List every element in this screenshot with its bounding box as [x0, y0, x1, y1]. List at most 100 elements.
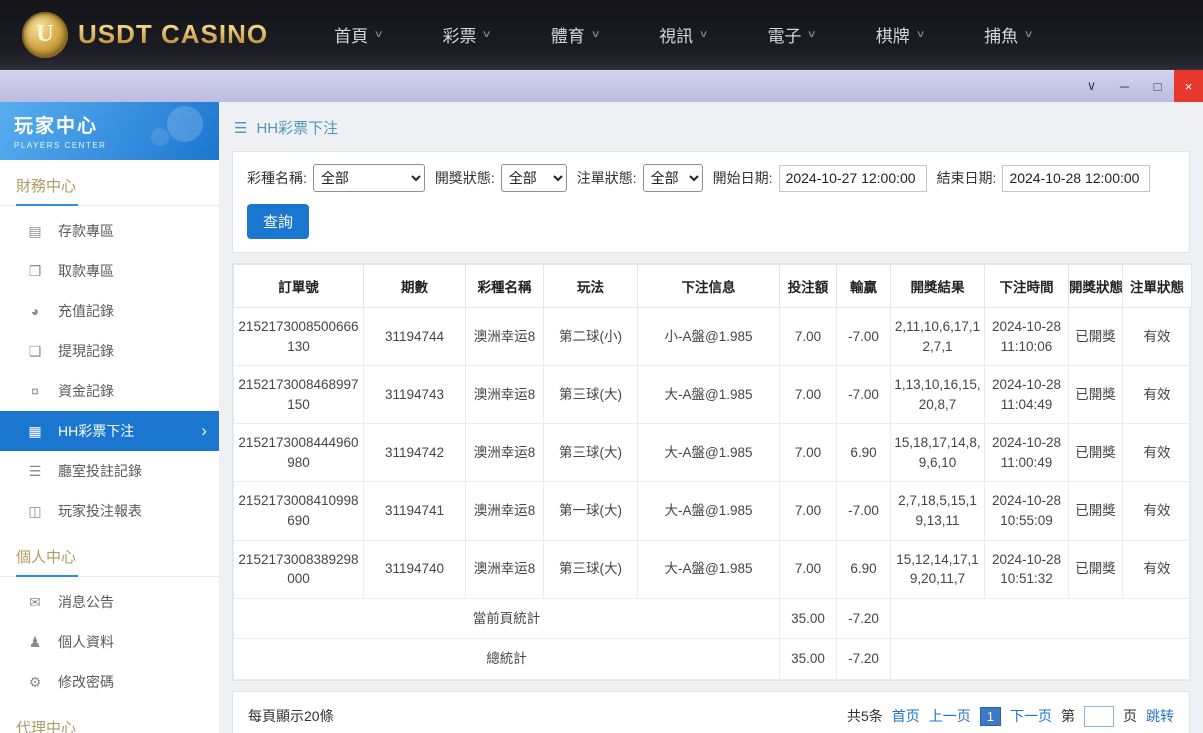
page-title: HH彩票下注	[256, 117, 338, 138]
cell-bet-time: 2024-10-28 11:10:06	[985, 308, 1069, 366]
first-page-link[interactable]: 首页	[892, 706, 920, 726]
cell-play-type: 第三球(大)	[544, 366, 638, 424]
nav-item-label: 體育	[551, 22, 585, 47]
cell-bet-time: 2024-10-28 10:55:09	[985, 482, 1069, 540]
withdrawal-record-icon: ❑	[26, 343, 44, 360]
total-count-text: 共5条	[847, 706, 883, 726]
summary-bet-total: 35.00	[780, 598, 837, 639]
cell-draw-status: 已開獎	[1069, 540, 1123, 598]
cell-win-loss: -7.00	[837, 308, 891, 366]
cell-draw-result: 1,13,10,16,15,20,8,7	[891, 366, 985, 424]
column-header-draw-result: 開獎結果	[891, 265, 985, 308]
funds-record-icon: ¤	[26, 383, 44, 399]
sidebar-item-player-bet-report[interactable]: ◫玩家投注報表	[0, 491, 219, 531]
site-logo[interactable]: U USDT CASINO	[22, 12, 268, 58]
cell-issue-no: 31194744	[364, 308, 466, 366]
chevron-down-icon: ∨	[482, 29, 492, 40]
jump-link[interactable]: 跳转	[1146, 706, 1174, 726]
chevron-down-icon: ∨	[807, 29, 817, 40]
collapse-button[interactable]: ∨	[1075, 70, 1108, 102]
sidebar-item-deposit[interactable]: ▤存款專區	[0, 211, 219, 251]
summary-bet-total: 35.00	[780, 639, 837, 680]
cell-order-status: 有效	[1123, 424, 1192, 482]
lottery-bet-icon: ▦	[26, 423, 44, 440]
table-header-row: 訂單號期數彩種名稱玩法下注信息投注額輸贏開獎結果下注時間開獎狀態注單狀態	[234, 265, 1192, 308]
section-title-text: 代理中心	[16, 720, 76, 733]
column-header-bet-info: 下注信息	[638, 265, 780, 308]
cell-bet-info: 小-A盤@1.985	[638, 308, 780, 366]
sidebar-item-label: 取款專區	[58, 261, 114, 281]
main-nav: 首頁∨彩票∨體育∨視訊∨電子∨棋牌∨捕魚∨	[334, 22, 1032, 47]
window-title-bar: ∨─□ ×	[0, 70, 1203, 102]
sidebar-item-withdraw[interactable]: ❒取款專區	[0, 251, 219, 291]
lottery-name-filter: 彩種名稱: 全部	[247, 164, 425, 192]
cell-win-loss: 6.90	[837, 424, 891, 482]
deposit-icon: ▤	[26, 223, 44, 240]
close-button[interactable]: ×	[1174, 70, 1203, 102]
sidebar-item-announcements[interactable]: ✉消息公告	[0, 582, 219, 622]
sidebar-item-profile[interactable]: ♟個人資料	[0, 622, 219, 662]
sidebar-item-change-password[interactable]: ⚙修改密碼	[0, 662, 219, 702]
cell-bet-info: 大-A盤@1.985	[638, 540, 780, 598]
cell-draw-result: 2,7,18,5,15,19,13,11	[891, 482, 985, 540]
end-date-input[interactable]	[1002, 165, 1150, 192]
logo-coin-icon: U	[22, 12, 68, 58]
sidebar-item-hh-lottery-bets[interactable]: ▦HH彩票下注›	[0, 411, 219, 451]
pagination-bar: 每頁顯示20條 共5条 首页 上一页 1 下一页 第 页 跳转	[232, 691, 1190, 733]
cell-draw-result: 2,11,10,6,17,12,7,1	[891, 308, 985, 366]
lottery-name-select[interactable]: 全部	[313, 164, 425, 192]
cell-issue-no: 31194741	[364, 482, 466, 540]
cell-bet-amount: 7.00	[780, 482, 837, 540]
end-date-filter: 結束日期:	[937, 165, 1151, 192]
bets-table-panel: 訂單號期數彩種名稱玩法下注信息投注額輸贏開獎結果下注時間開獎狀態注單狀態 2152…	[232, 263, 1190, 681]
sidebar-item-label: 提現記錄	[58, 341, 114, 361]
search-button[interactable]: 查詢	[247, 204, 309, 239]
order-status-select[interactable]: 全部	[643, 164, 703, 192]
nav-item-2[interactable]: 彩票∨	[442, 22, 490, 47]
cell-lottery-name: 澳洲幸运8	[466, 308, 544, 366]
minimize-button[interactable]: ─	[1108, 70, 1141, 102]
current-page-button[interactable]: 1	[980, 707, 1001, 726]
cell-win-loss: -7.00	[837, 366, 891, 424]
sidebar-item-room-bet-records[interactable]: ☰廳室投註記錄	[0, 451, 219, 491]
sidebar-item-withdrawal-records[interactable]: ❑ 提現記錄	[0, 331, 219, 371]
sidebar-item-recharge-records[interactable]: ◕充值記錄	[0, 291, 219, 331]
cell-order-status: 有效	[1123, 482, 1192, 540]
nav-item-5[interactable]: 電子∨	[767, 22, 815, 47]
page-jump-input[interactable]	[1084, 706, 1114, 727]
cell-play-type: 第三球(大)	[544, 540, 638, 598]
cell-bet-amount: 7.00	[780, 366, 837, 424]
draw-status-select[interactable]: 全部	[501, 164, 567, 192]
summary-empty	[891, 598, 1192, 639]
sidebar-item-fund-records[interactable]: ¤資金記錄	[0, 371, 219, 411]
table-row: 215217300846899715031194743澳洲幸运8第三球(大)大-…	[234, 366, 1192, 424]
recharge-record-icon: ◕	[26, 303, 44, 319]
column-header-order-no: 訂單號	[234, 265, 364, 308]
nav-item-7[interactable]: 捕魚∨	[984, 22, 1032, 47]
nav-item-3[interactable]: 體育∨	[551, 22, 599, 47]
cell-bet-info: 大-A盤@1.985	[638, 482, 780, 540]
gear-icon: ⚙	[26, 674, 44, 691]
prev-page-link[interactable]: 上一页	[929, 706, 971, 726]
column-header-play-type: 玩法	[544, 265, 638, 308]
cell-draw-status: 已開獎	[1069, 308, 1123, 366]
next-page-link[interactable]: 下一页	[1010, 706, 1052, 726]
nav-item-label: 棋牌	[876, 22, 910, 47]
nav-item-4[interactable]: 視訊∨	[659, 22, 707, 47]
cell-draw-status: 已開獎	[1069, 366, 1123, 424]
close-icon: ×	[1185, 79, 1193, 94]
start-date-input[interactable]	[779, 165, 927, 192]
cell-order-no: 2152173008389298000	[234, 540, 364, 598]
cell-lottery-name: 澳洲幸运8	[466, 482, 544, 540]
player-report-icon: ◫	[26, 503, 44, 520]
maximize-button[interactable]: □	[1141, 70, 1174, 102]
cell-order-no: 2152173008410998690	[234, 482, 364, 540]
cell-bet-amount: 7.00	[780, 308, 837, 366]
cell-lottery-name: 澳洲幸运8	[466, 540, 544, 598]
jump-suffix-text: 页	[1123, 706, 1137, 726]
menu-icon[interactable]: ☰	[234, 119, 247, 137]
nav-item-6[interactable]: 棋牌∨	[876, 22, 924, 47]
summary-row: 總統計35.00-7.20	[234, 639, 1192, 680]
column-header-bet-time: 下注時間	[985, 265, 1069, 308]
nav-item-1[interactable]: 首頁∨	[334, 22, 382, 47]
